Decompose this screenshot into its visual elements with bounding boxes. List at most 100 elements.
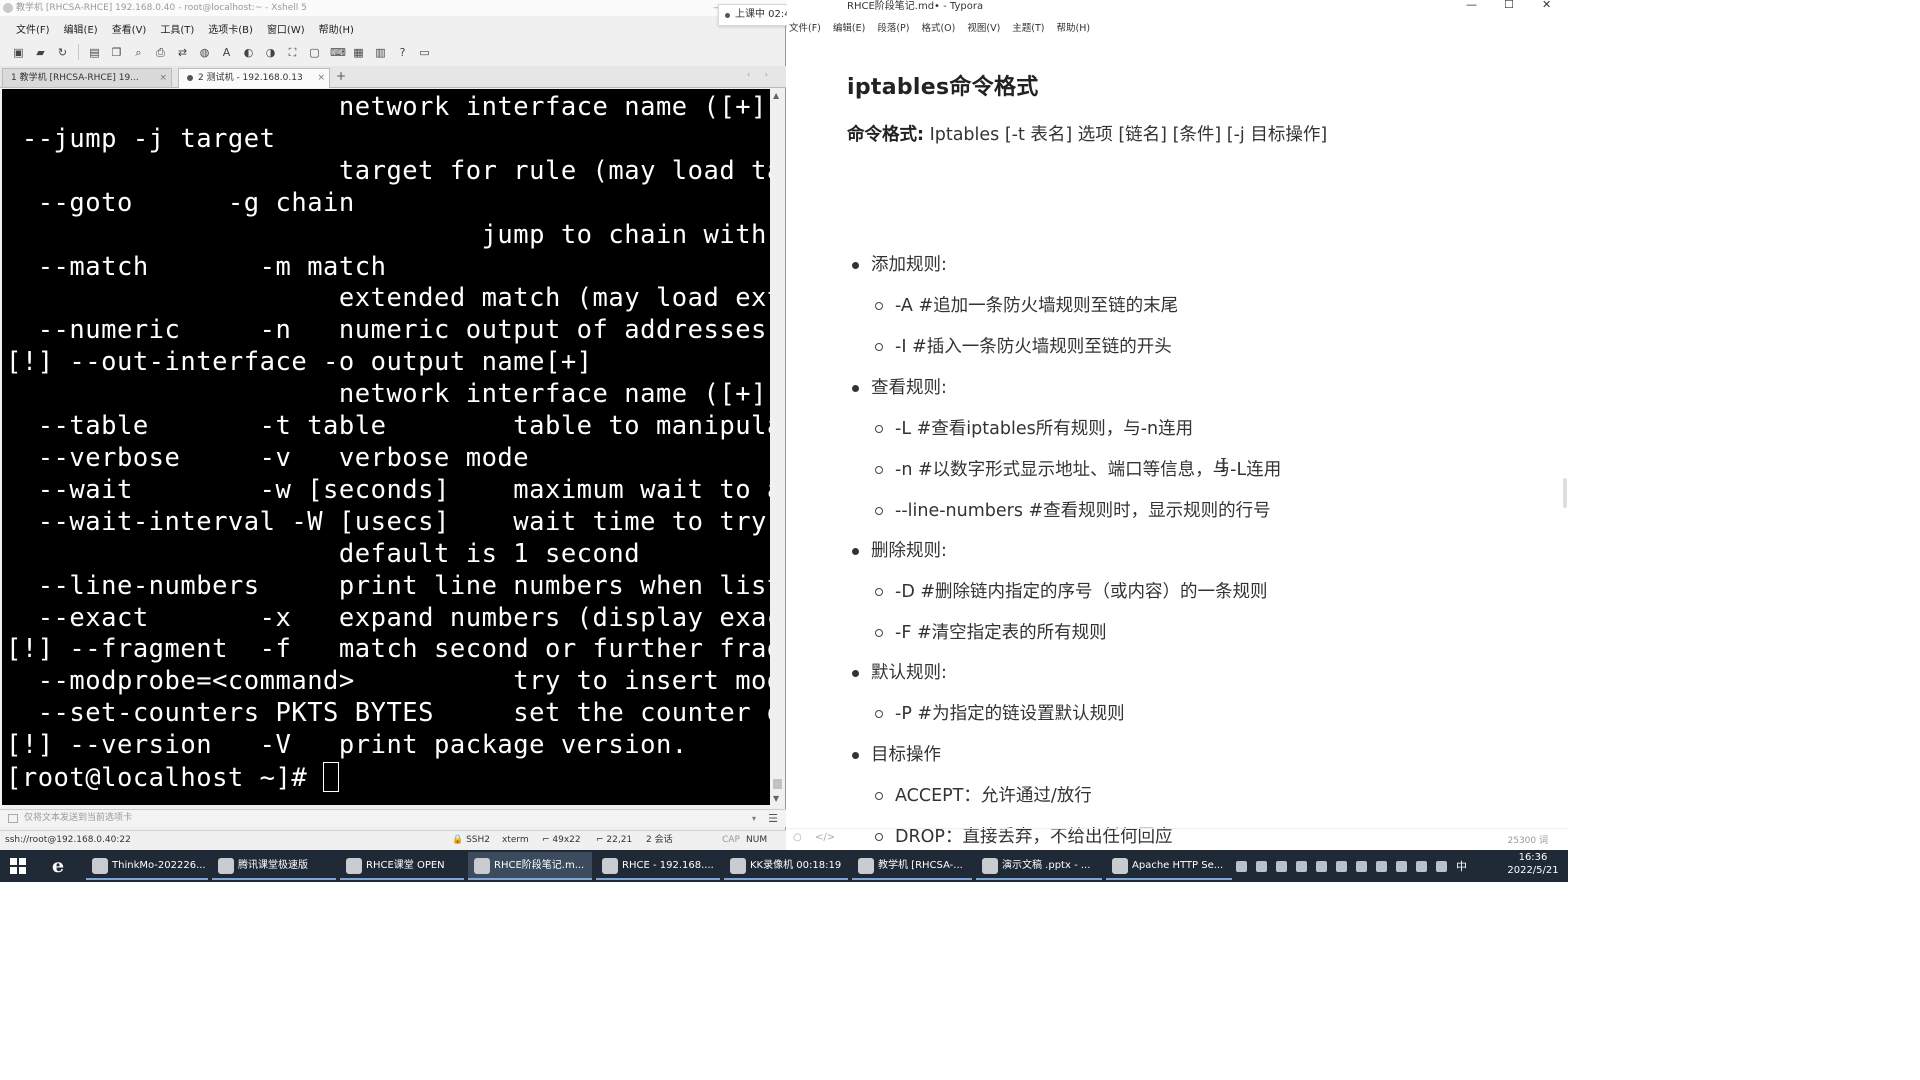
windows-start-icon[interactable] [10,858,26,874]
list-item: ACCEPT：允许通过/放行 [847,783,1092,809]
compose-bar[interactable]: 仅将文本发送到当前选项卡 ▾ ☰ [0,809,786,827]
menu-edit[interactable]: 编辑(E) [833,20,865,34]
tray-app-icon[interactable] [1256,860,1267,872]
list-item: -I #插入一条防火墙规则至链的开头 [847,334,1172,360]
taskbar-app[interactable]: 教学机 [RHCSA-... [852,852,972,880]
terminal-line: --verbose -v verbose mode [6,442,530,473]
terminal-text: network interface name ([+] --jump -j ta… [6,92,770,795]
section-heading: 删除规则: [847,538,947,564]
keyboard-icon[interactable]: ⌨ [330,46,346,59]
ime-indicator[interactable]: 中 [1456,858,1467,874]
layout-icon[interactable]: ▥ [374,46,387,59]
help-icon[interactable]: ? [396,46,409,59]
xshell-menubar: 文件(F) 编辑(E) 查看(V) 工具(T) 选项卡(B) 窗口(W) 帮助(… [0,18,786,38]
list-item-text: ACCEPT：允许通过/放行 [895,786,1092,806]
section-title: 目标操作 [871,745,941,765]
status-sessions: 2 会话 [646,835,673,845]
compose-icon[interactable]: ▦ [352,46,365,59]
word-count[interactable]: 25300 词 [1508,833,1549,846]
network-icon[interactable] [1416,860,1427,872]
terminal-line: network interface name ([+] [6,379,767,410]
menu-theme[interactable]: 主题(T) [1012,20,1044,34]
app-icon [218,858,234,874]
menu-help[interactable]: 帮助(H) [319,21,354,36]
chat-icon[interactable]: ▭ [418,46,431,59]
taskbar-app[interactable]: KK录像机 00:18:19 [724,852,848,880]
script-icon[interactable]: ◑ [264,46,277,59]
taskbar-app[interactable]: ThinkMo-202226... [86,852,208,880]
tray-app-icon[interactable] [1356,860,1367,872]
tray-app-icon[interactable] [1336,860,1347,872]
tray-app-icon[interactable] [1376,860,1387,872]
find-icon[interactable]: ⌕ [132,46,145,59]
tab-scroll-arrows-icon[interactable]: ‹ › [747,70,774,79]
menu-file[interactable]: 文件(F) [16,21,50,36]
close-icon[interactable]: × [317,69,325,87]
chevron-down-icon[interactable]: ▾ [752,810,756,827]
record-dot-icon [725,13,730,18]
tab-session-1[interactable]: 1 教学机 [RHCSA-RHCE] 19... × [2,68,172,88]
list-item: -D #删除链内指定的序号（或内容）的一条规则 [847,579,1268,605]
add-tab-icon[interactable]: + [336,69,346,83]
transfer-icon[interactable]: ⇄ [176,46,189,59]
terminal-scrollbar[interactable]: ▲ ▼ [771,89,784,805]
new-session-icon[interactable]: ▣ [12,46,25,59]
app-icon [1112,858,1128,874]
copy-icon[interactable]: ❐ [110,46,123,59]
edge-browser-icon[interactable]: e [52,855,64,877]
menu-help[interactable]: 帮助(H) [1057,20,1091,34]
status-dot-icon [187,74,193,81]
terminal-output[interactable]: network interface name ([+] --jump -j ta… [2,89,770,805]
circle-bullet-icon [875,425,883,433]
scroll-up-icon[interactable]: ▲ [773,91,779,100]
fullscreen-icon[interactable]: ⛶ [286,46,299,59]
properties-icon[interactable]: ▤ [88,46,101,59]
volume-icon[interactable] [1436,860,1447,872]
taskbar-app[interactable]: RHCE - 192.168.... [596,852,720,880]
lock-icon[interactable]: ▢ [308,46,321,59]
menu-icon[interactable]: ☰ [768,810,778,827]
taskbar-app[interactable]: 腾讯课堂极速版 [212,852,336,880]
close-icon[interactable]: × [159,69,167,87]
source-mode-icon[interactable]: </> [815,832,835,843]
menu-window[interactable]: 窗口(W) [267,21,305,36]
scroll-down-icon[interactable]: ▼ [773,794,779,803]
menu-paragraph[interactable]: 段落(P) [877,20,909,34]
taskbar-app-label: RHCE课堂 OPEN [366,860,445,871]
taskbar-app[interactable]: RHCE阶段笔记.m... [468,852,592,880]
circle-bullet-icon [875,792,883,800]
menu-edit[interactable]: 编辑(E) [64,21,98,36]
menu-view[interactable]: 查看(V) [112,21,147,36]
tray-app-icon[interactable] [1276,860,1287,872]
menu-tools[interactable]: 工具(T) [160,21,194,36]
tray-app-icon[interactable] [1396,860,1407,872]
taskbar-app[interactable]: 演示文稿 .pptx - ... [976,852,1102,880]
minimize-icon[interactable]: — [1466,0,1477,11]
font-icon[interactable]: A [220,46,233,59]
section-heading: 查看规则: [847,375,947,401]
taskbar-clock[interactable]: 16:36 2022/5/21 [1506,851,1560,877]
menu-view[interactable]: 视图(V) [967,20,1000,34]
typora-scrollbar[interactable] [1563,478,1567,508]
scrollbar-thumb[interactable] [773,779,782,789]
menu-file[interactable]: 文件(F) [789,20,821,34]
tray-app-icon[interactable] [1316,860,1327,872]
tray-app-icon[interactable] [1296,860,1307,872]
typora-window: RHCE阶段笔记.md• - Typora — ☐ ✕ 文件(F) 编辑(E) … [787,0,1568,882]
close-icon[interactable]: ✕ [1542,0,1551,11]
document-body[interactable]: iptables命令格式 命令格式: Iptables [-t 表名] 选项 [… [847,70,1527,882]
reconnect-icon[interactable]: ↻ [56,46,69,59]
print-icon[interactable]: ⎙ [154,46,167,59]
circle-bullet-icon [875,343,883,351]
menu-tabs[interactable]: 选项卡(B) [208,21,253,36]
menu-format[interactable]: 格式(O) [921,20,955,34]
tray-chat-icon[interactable] [1236,860,1247,872]
open-folder-icon[interactable]: ▰ [34,46,47,59]
taskbar-app[interactable]: Apache HTTP Se... [1106,852,1232,880]
taskbar-app[interactable]: RHCE课堂 OPEN [340,852,464,880]
tab-session-2[interactable]: 2 测试机 - 192.168.0.13 × [178,68,330,88]
maximize-icon[interactable]: ☐ [1504,0,1514,11]
outline-toggle-icon[interactable]: ○ [793,832,802,843]
globe-icon[interactable]: ◍ [198,46,211,59]
xftp-icon[interactable]: ◐ [242,46,255,59]
